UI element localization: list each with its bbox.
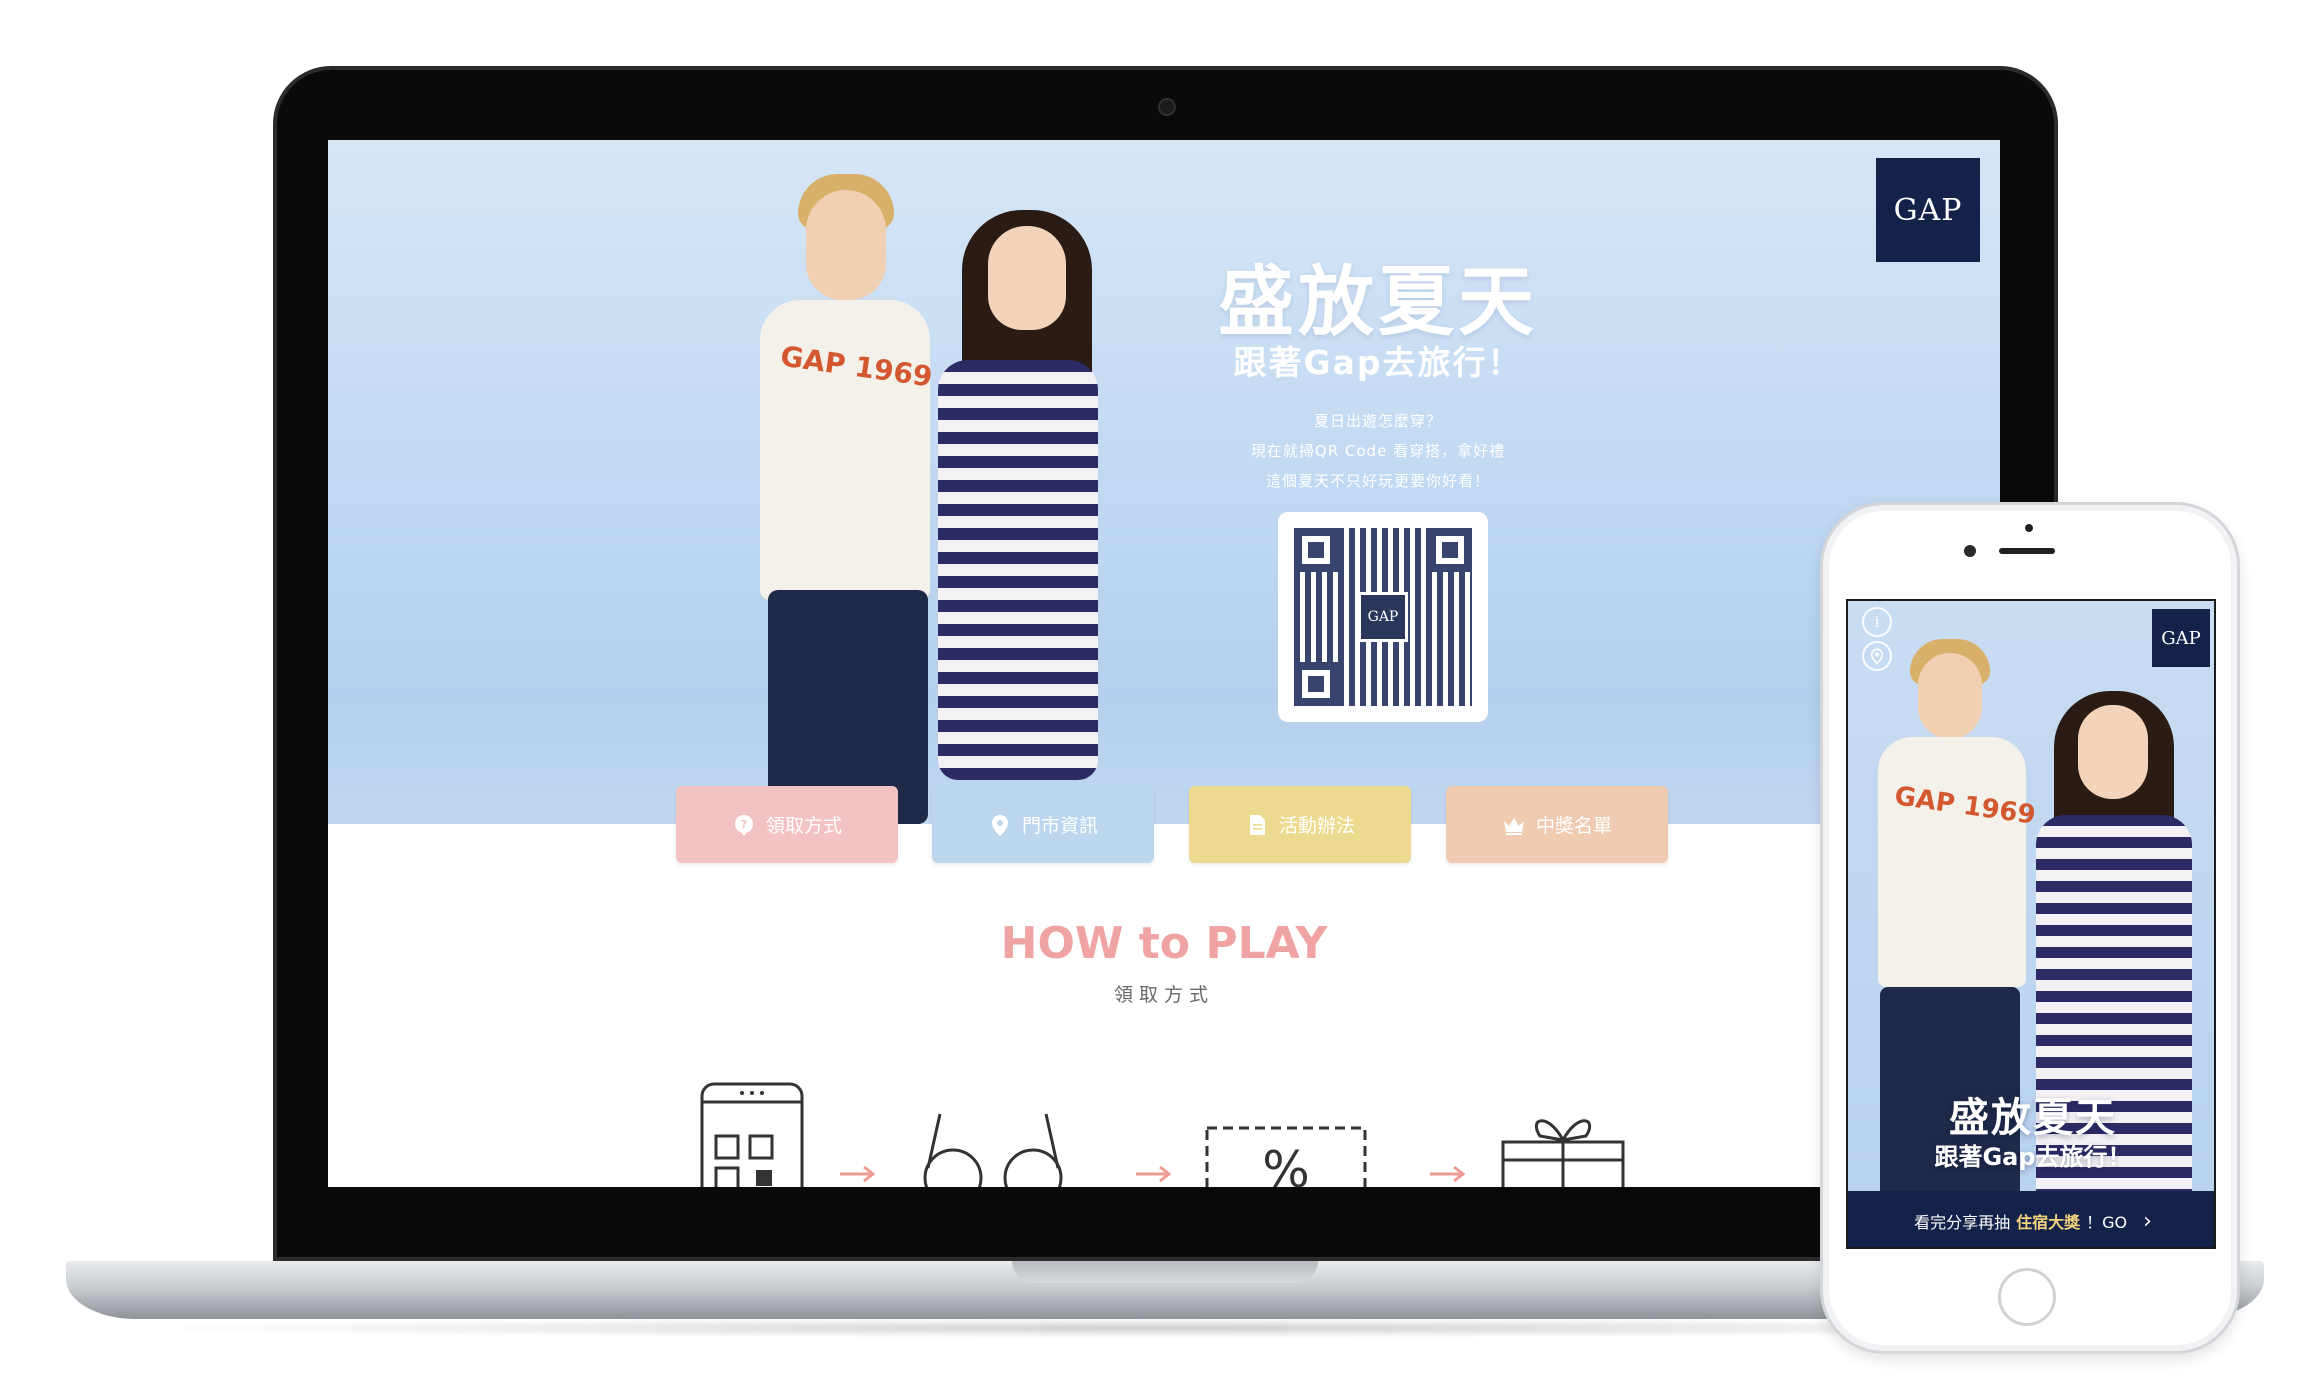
phone-screen: GAP 1969 GAP i 盛放夏天 跟著Gap去旅行！ 看完分享再抽 住宿大獎… — [1846, 599, 2216, 1249]
share-cta-button[interactable]: 看完分享再抽 住宿大獎 ！GO › — [1848, 1191, 2214, 1247]
model-boy-head — [1918, 653, 1982, 739]
location-button[interactable] — [1862, 641, 1892, 671]
nav-label-winners: 中獎名單 — [1535, 815, 1612, 837]
how-to-play-title: HOW to PLAY — [1000, 918, 1328, 969]
how-to-play-subtitle: 領取方式 — [1113, 984, 1214, 1006]
svg-text:%: % — [1262, 1141, 1310, 1187]
gap-logo[interactable]: GAP — [1876, 158, 1980, 262]
document-icon — [1249, 814, 1265, 835]
phone-speaker — [1999, 548, 2055, 554]
model-girl-dress — [938, 360, 1098, 780]
nav-button-how-to-claim[interactable]: ? 領取方式 — [676, 786, 898, 863]
webcam — [1158, 98, 1176, 116]
phone-camera — [1964, 545, 1976, 557]
nav-label-how-to-claim: 領取方式 — [765, 815, 842, 837]
gift-icon — [1501, 1119, 1625, 1187]
glasses-icon — [923, 1113, 1063, 1187]
model-girl-head — [988, 226, 1066, 330]
question-pin-icon: ? — [734, 814, 753, 836]
info-button[interactable]: i — [1862, 607, 1892, 637]
mobile-hero-title: 盛放夏天 — [1949, 1095, 2117, 1141]
laptop-screen: GAP 1969 GAP 盛放夏天 跟著Gap去旅行！ 夏日出遊怎麼穿？ 現在就… — [328, 140, 2000, 1187]
step-arrow-icon — [840, 1165, 876, 1183]
cta-highlight: 住宿大獎 — [2016, 1213, 2081, 1232]
step-arrow-icon — [1136, 1165, 1172, 1183]
cta-prefix: 看完分享再抽 — [1914, 1213, 2011, 1232]
chevron-right-icon: › — [2143, 1208, 2152, 1234]
phone-qr-icon — [700, 1082, 804, 1187]
hero-banner: GAP 1969 GAP 盛放夏天 跟著Gap去旅行！ 夏日出遊怎麼穿？ 現在就… — [328, 140, 2000, 824]
mobile-hero-subtitle: 跟著Gap去旅行！ — [1934, 1143, 2132, 1171]
model-girl-head — [2078, 705, 2148, 799]
nav-label-rules: 活動辦法 — [1278, 815, 1355, 837]
qr-gap-logo: GAP — [1358, 592, 1408, 642]
nav-button-winners[interactable]: 中獎名單 — [1446, 786, 1668, 863]
crown-icon — [1503, 817, 1524, 835]
location-pin-icon — [991, 814, 1008, 836]
nav-button-store-info[interactable]: 門市資訊 — [932, 786, 1154, 863]
qr-finder-top-right — [1428, 528, 1472, 572]
phone-sensor — [2025, 524, 2033, 532]
cta-suffix: ！GO — [2086, 1213, 2128, 1232]
info-icon: i — [1874, 613, 1880, 631]
hero-floor — [328, 700, 2000, 824]
model-boy-shirt — [1878, 737, 2026, 987]
coupon-icon: % — [1205, 1126, 1367, 1187]
gap-logo[interactable]: GAP — [2152, 609, 2210, 667]
model-boy-head — [806, 190, 886, 300]
laptop-notch — [1012, 1261, 1318, 1283]
hero-line-2: 現在就掃QR Code 看穿搭，拿好禮 — [1250, 442, 1506, 460]
qr-finder-bottom-left — [1294, 662, 1338, 706]
hero-subtitle: 跟著Gap去旅行！ — [1233, 343, 1523, 382]
svg-text:?: ? — [741, 818, 747, 831]
nav-button-rules[interactable]: 活動辦法 — [1189, 786, 1411, 863]
qr-code-pattern: GAP — [1294, 528, 1472, 706]
location-pin-icon — [1870, 648, 1884, 664]
qr-code[interactable]: GAP — [1278, 512, 1488, 722]
hero-line-1: 夏日出遊怎麼穿？ — [1313, 412, 1442, 430]
qr-finder-top-left — [1294, 528, 1338, 572]
hero-title: 盛放夏天 — [1218, 257, 1538, 346]
hero-line-3: 這個夏天不只好玩更要你好看！ — [1265, 472, 1490, 490]
home-button[interactable] — [1998, 1268, 2056, 1326]
nav-label-store-info: 門市資訊 — [1021, 815, 1098, 837]
step-arrow-icon — [1430, 1165, 1466, 1183]
